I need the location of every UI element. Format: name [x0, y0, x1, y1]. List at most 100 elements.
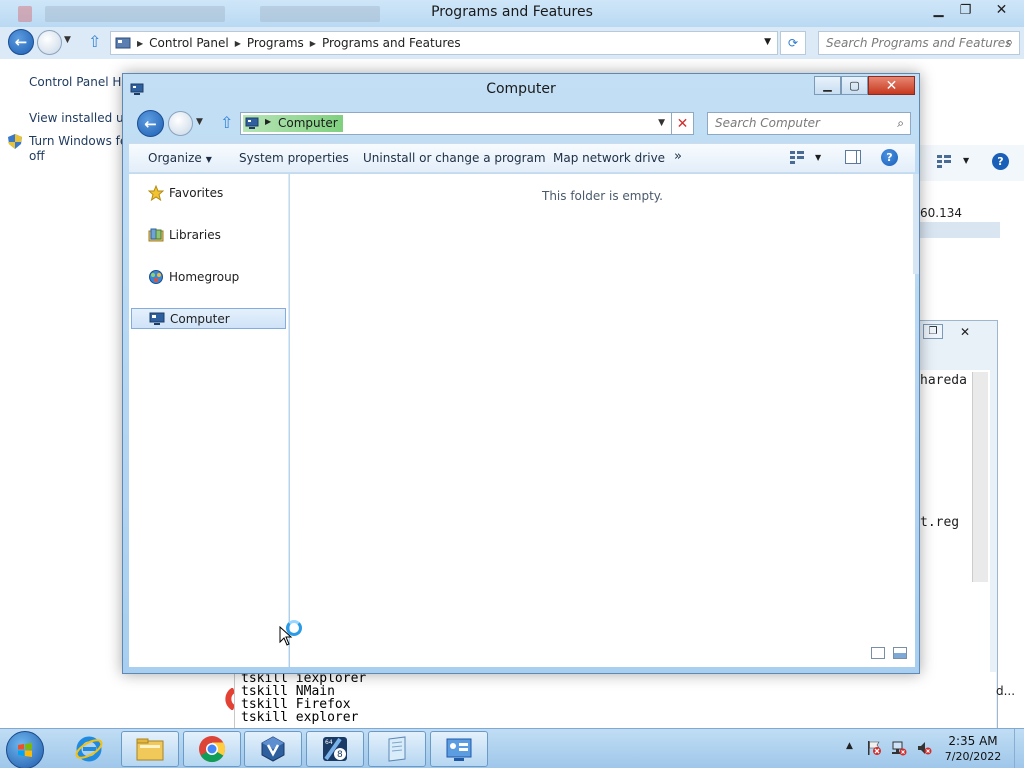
large-icons-view-icon[interactable] — [893, 647, 907, 659]
folder-icon — [136, 738, 164, 761]
show-hidden-icons-button[interactable]: ▲ — [846, 741, 853, 751]
nav-item-favorites[interactable]: Favorites — [131, 182, 286, 203]
forward-button[interactable] — [168, 111, 193, 136]
breadcrumb-separator[interactable]: ▶ — [265, 117, 271, 126]
bg-selected-row — [918, 222, 1000, 238]
bg-search-placeholder: Search Programs and Features — [826, 36, 1012, 50]
breadcrumb-separator: ▶ — [234, 38, 241, 48]
nav-item-computer[interactable]: Computer — [131, 308, 286, 329]
file-list-area[interactable]: This folder is empty. — [290, 174, 915, 667]
action-center-flag-icon[interactable] — [866, 740, 882, 756]
preview-pane-icon[interactable] — [845, 150, 861, 164]
file-explorer-taskbar-button[interactable] — [121, 731, 179, 767]
internet-explorer-taskbar-button[interactable] — [60, 731, 118, 767]
breadcrumb-separator: ▶ — [137, 38, 144, 48]
notepad-icon — [388, 736, 406, 762]
window-title: Computer — [486, 81, 556, 97]
bg-fragment-text: 60.134 — [920, 206, 962, 220]
navigation-pane: Favorites Libraries Homegroup Computer — [129, 174, 289, 667]
close-button[interactable]: ✕ — [868, 76, 915, 95]
chrome-fragment-icon — [225, 688, 234, 710]
refresh-icon[interactable]: ⟳ — [780, 31, 806, 55]
breadcrumb-computer[interactable]: Computer — [278, 116, 338, 130]
address-dropdown-icon[interactable]: ▼ — [764, 37, 771, 47]
caption-buttons: ▁ ▢ ✕ — [814, 76, 915, 95]
start-button[interactable] — [6, 731, 44, 768]
back-button[interactable]: ← — [137, 110, 164, 137]
empty-folder-message: This folder is empty. — [542, 189, 663, 203]
minimize-button[interactable]: ▁ — [925, 0, 952, 20]
view-dropdown-icon[interactable]: ▼ — [963, 156, 969, 165]
busy-spinner-icon — [286, 620, 302, 636]
virtualbox-taskbar-button[interactable] — [244, 731, 302, 767]
restore-button[interactable]: ❐ — [952, 0, 979, 20]
recent-pages-dropdown[interactable]: ▼ — [196, 117, 203, 127]
up-arrow-icon[interactable]: ⇧ — [88, 32, 101, 51]
homegroup-icon — [147, 269, 165, 285]
shield-icon — [8, 134, 22, 149]
bg-titlebar[interactable]: Programs and Features ▁ ❐ ✕ — [0, 0, 1024, 27]
computer-explorer-window: Computer ▁ ▢ ✕ ← ▼ ⇧ ▶ Computer ▼ ✕ Sear… — [122, 73, 920, 674]
console-output: tskill iexplorer tskill NMain tskill Fir… — [234, 672, 996, 730]
nav-item-homegroup[interactable]: Homegroup — [131, 266, 286, 287]
clock-time[interactable]: 2:35 AM — [940, 734, 1006, 748]
vertical-scrollbar[interactable] — [972, 372, 988, 582]
notepad-taskbar-button[interactable] — [368, 731, 426, 767]
system-properties-button[interactable]: System properties — [239, 151, 349, 165]
nav-label: Libraries — [169, 227, 221, 242]
maximize-button[interactable]: ▢ — [841, 76, 868, 95]
x64-app-taskbar-button[interactable]: 8 64 — [306, 731, 364, 767]
recent-pages-dropdown[interactable]: ▼ — [64, 35, 71, 45]
view-options-icon[interactable] — [936, 154, 952, 168]
control-panel-taskbar-button[interactable] — [430, 731, 488, 767]
back-button[interactable]: ← — [8, 29, 34, 55]
help-icon[interactable]: ? — [992, 153, 1009, 170]
more-commands-button[interactable]: » — [674, 149, 682, 164]
forward-button[interactable] — [37, 30, 62, 55]
clock-date[interactable]: 7/20/2022 — [940, 750, 1006, 763]
show-desktop-button[interactable] — [1014, 729, 1024, 768]
chevron-down-icon: ▼ — [205, 155, 212, 164]
uninstall-program-button[interactable]: Uninstall or change a program — [363, 151, 546, 165]
bg-window-title: Programs and Features — [431, 4, 593, 20]
address-dropdown-icon[interactable]: ▼ — [658, 118, 665, 128]
close-button[interactable]: ✕ — [979, 0, 1024, 20]
search-placeholder: Search Computer — [715, 116, 820, 130]
search-icon[interactable]: ⌕ — [1006, 35, 1013, 50]
bg-address-bar[interactable]: ▶ Control Panel ▶ Programs ▶ Programs an… — [110, 31, 778, 55]
network-icon[interactable] — [891, 740, 907, 756]
search-icon[interactable]: ⌕ — [897, 116, 904, 131]
volume-muted-icon[interactable] — [916, 740, 932, 756]
bg-navigation-bar: ← ▼ ⇧ ▶ Control Panel ▶ Programs ▶ Progr… — [0, 27, 1024, 59]
chrome-taskbar-button[interactable] — [183, 731, 241, 767]
navigation-bar: ← ▼ ⇧ ▶ Computer ▼ ✕ Search Computer ⌕ — [129, 107, 915, 139]
up-arrow-icon[interactable]: ⇧ — [220, 113, 233, 132]
organize-button[interactable]: Organize ▼ — [148, 151, 212, 165]
text-line: hareda — [920, 373, 967, 388]
view-dropdown-icon[interactable]: ▼ — [815, 153, 821, 162]
control-panel-icon — [115, 37, 131, 49]
bg-search-input[interactable]: Search Programs and Features ⌕ — [818, 31, 1020, 55]
nav-item-libraries[interactable]: Libraries — [131, 224, 286, 245]
address-bar[interactable]: ▶ Computer ▼ — [240, 112, 672, 135]
nav-label: Homegroup — [169, 269, 240, 284]
details-view-icon[interactable] — [871, 647, 885, 659]
text-line: t.reg — [920, 515, 960, 530]
restore-button[interactable]: ❐ — [923, 324, 943, 339]
control-panel-icon — [446, 738, 472, 761]
search-input[interactable]: Search Computer ⌕ — [707, 112, 911, 135]
console-line: tskill NMain — [241, 684, 335, 699]
command-bar: Organize ▼ System properties Uninstall or… — [129, 143, 915, 173]
breadcrumb-programs[interactable]: Programs — [247, 36, 304, 50]
svg-text:64: 64 — [325, 739, 333, 746]
close-button[interactable]: ✕ — [951, 324, 979, 339]
minimize-button[interactable]: ▁ — [814, 76, 841, 95]
window-edge-scroll — [913, 174, 919, 274]
change-view-icon[interactable] — [789, 150, 805, 164]
breadcrumb-control-panel[interactable]: Control Panel — [149, 36, 229, 50]
stop-icon[interactable]: ✕ — [671, 112, 694, 135]
breadcrumb-programs-and-features[interactable]: Programs and Features — [322, 36, 461, 50]
map-network-drive-button[interactable]: Map network drive — [553, 151, 665, 165]
turn-windows-features-link-cont[interactable]: off — [29, 149, 45, 163]
help-icon[interactable]: ? — [881, 149, 898, 166]
